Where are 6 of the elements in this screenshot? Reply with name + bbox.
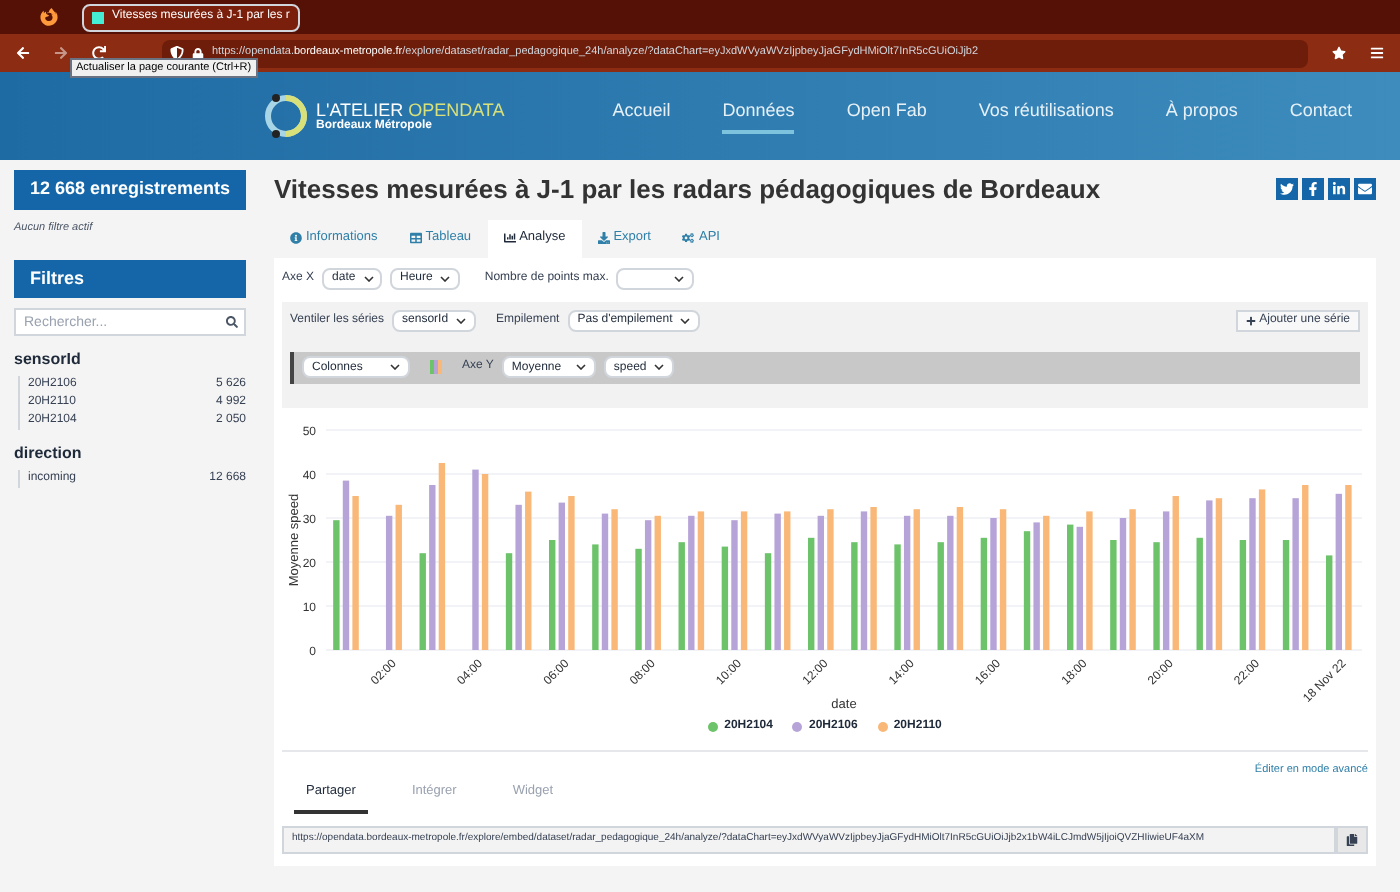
facet-heading: direction [14,442,84,467]
facet-heading: sensorId [14,348,83,373]
filters-heading: Filtres [14,259,246,299]
records-count: 12 668 enregistrements [14,170,246,209]
page-title: Vitesses mesurées à J-1 par les radars pédagogiques de Bordeaux [274,172,1101,208]
logo-title: L'ATELIER OPENDATA [316,101,505,119]
